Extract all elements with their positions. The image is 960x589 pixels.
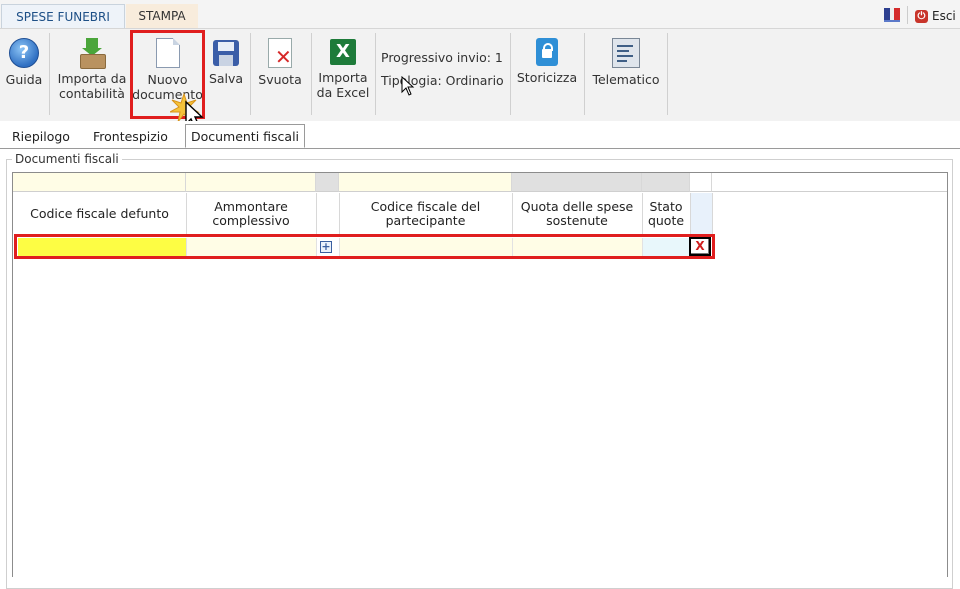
filter-cell-stato (642, 173, 690, 192)
column-header-quota[interactable]: Quota delle spese sostenute (512, 193, 642, 235)
power-icon: ⏻ (915, 9, 928, 23)
column-header-expand (316, 193, 339, 235)
tab-stampa[interactable]: STAMPA (126, 4, 198, 28)
tab-frontespizio[interactable]: Frontespizio (93, 126, 168, 148)
toolbar-separator (510, 33, 511, 115)
telematico-button[interactable]: Telematico (588, 29, 664, 87)
row-highlight (14, 234, 715, 259)
divider (907, 6, 908, 24)
toolbar-separator (667, 33, 668, 115)
importa-excel-button[interactable]: X Importa da Excel (315, 29, 371, 100)
toolbar-separator (584, 33, 585, 115)
svuota-label: Svuota (258, 72, 302, 87)
group-title: Documenti fiscali (12, 152, 122, 166)
salva-button[interactable]: Salva (206, 29, 246, 86)
help-icon: ? (9, 38, 39, 68)
storicizza-button[interactable]: Storicizza (514, 29, 580, 85)
telematico-label: Telematico (592, 72, 660, 87)
tab-riepilogo[interactable]: Riepilogo (12, 126, 70, 148)
importa-excel-label-1: Importa (318, 70, 368, 85)
filter-cell-codice-defunto[interactable] (13, 173, 186, 192)
save-icon (213, 40, 239, 66)
excel-icon: X (330, 39, 356, 65)
language-flag-icon[interactable] (884, 8, 900, 22)
mouse-cursor-icon (401, 76, 415, 96)
column-header-delete (690, 193, 712, 235)
expand-row-button[interactable]: + (320, 241, 332, 253)
filter-cell-expand (316, 173, 339, 192)
toolbar-separator (311, 33, 312, 115)
tab-spese-funebri[interactable]: SPESE FUNEBRI (1, 4, 125, 28)
import-icon (79, 38, 106, 69)
guida-button[interactable]: ? Guida (4, 29, 44, 87)
importa-excel-label-2: da Excel (316, 85, 370, 100)
column-header-stato-quote[interactable]: Stato quote (642, 193, 690, 235)
filter-cell-quota (512, 173, 642, 192)
importa-contabilita-label-1: Importa da (57, 71, 127, 86)
filter-cell-empty (712, 173, 947, 192)
clear-icon: ✕ (268, 38, 292, 68)
storicizza-label: Storicizza (516, 70, 578, 85)
exit-label: Esci (932, 9, 956, 23)
tipologia: Tipologia: Ordinario (381, 73, 504, 88)
filter-cell-delete (690, 173, 712, 192)
column-header-codice-defunto[interactable]: Codice fiscale defunto (13, 193, 186, 235)
importa-contabilita-button[interactable]: Importa da contabilità (54, 29, 130, 101)
filter-cell-codice-partecipante[interactable] (339, 173, 512, 192)
progressivo-invio: Progressivo invio: 1 (381, 50, 503, 65)
exit-button[interactable]: ⏻ Esci (915, 8, 956, 24)
tab-documenti-fiscali[interactable]: Documenti fiscali (185, 124, 305, 148)
lock-icon (536, 38, 558, 66)
column-header-ammontare[interactable]: Ammontare complessivo (186, 193, 316, 235)
salva-label: Salva (208, 71, 244, 86)
telematico-icon (612, 38, 640, 68)
filter-cell-ammontare[interactable] (186, 173, 316, 192)
svuota-button[interactable]: ✕ Svuota (254, 29, 306, 87)
delete-row-button[interactable]: X (689, 237, 711, 256)
toolbar-separator (250, 33, 251, 115)
importa-contabilita-label-2: contabilità (59, 86, 125, 101)
toolbar-separator (49, 33, 50, 115)
guida-label: Guida (5, 72, 43, 87)
documents-grid: Codice fiscale defunto Ammontare comples… (12, 172, 948, 577)
toolbar-separator (375, 33, 376, 115)
column-header-codice-partecipante[interactable]: Codice fiscale del partecipante (339, 193, 512, 235)
